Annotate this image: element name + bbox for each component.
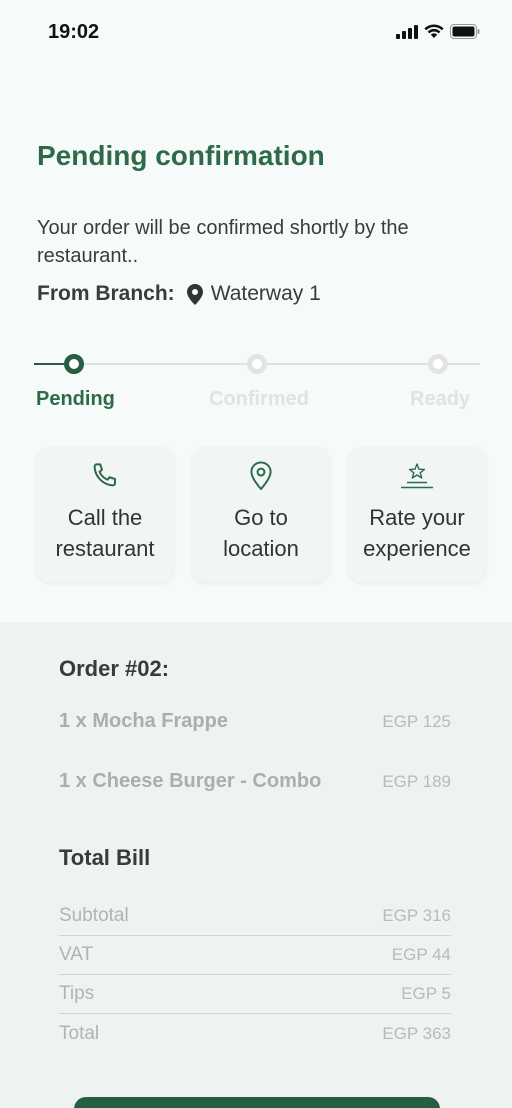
item-price: EGP 125 [382,712,451,731]
star-rating-icon [401,463,433,489]
bill-value: EGP 44 [391,945,451,964]
bill-row-total: Total EGP 363 [59,1014,451,1053]
card-label-line1: Go to [234,505,288,530]
branch-row: From Branch: Waterway 1 [37,282,321,306]
total-bill-title: Total Bill [59,845,151,870]
bill-row-subtotal: Subtotal EGP 316 [59,897,451,936]
call-restaurant-button[interactable]: Call the restaurant [36,446,174,582]
wifi-icon [424,24,444,38]
bill-value: EGP 363 [382,1023,451,1043]
step-label-ready: Ready [410,388,471,410]
step-dot-pending [64,354,84,374]
bill-value: EGP 316 [382,906,451,925]
status-icons [396,24,480,39]
item-price: EGP 189 [382,772,451,791]
bill-label: Subtotal [59,905,129,926]
page-title: Pending confirmation [37,140,325,171]
step-dot-ready [428,354,448,374]
status-bar: 19:02 [0,0,512,64]
order-status-message: Your order will be confirmed shortly by … [37,217,409,267]
bill-row-vat: VAT EGP 44 [59,936,451,975]
bill-label: VAT [59,944,94,965]
go-to-location-button[interactable]: Go to location [192,446,330,582]
branch-label: From Branch: [37,282,175,305]
progress-line [84,363,247,365]
location-pin-icon [250,461,272,491]
order-progress-tracker [34,352,480,376]
bottom-primary-button[interactable] [74,1097,440,1108]
progress-line-done [34,363,64,365]
card-label-line1: Rate your [369,505,465,530]
signal-icon [396,24,418,39]
rate-experience-button[interactable]: Rate your experience [348,446,486,582]
item-name: 1 x Mocha Frappe [59,710,228,732]
item-name: 1 x Cheese Burger - Combo [59,770,322,792]
branch-name: Waterway 1 [210,282,321,305]
order-item-row: 1 x Cheese Burger - Combo EGP 189 [59,770,451,793]
bill-row-tips: Tips EGP 5 [59,975,451,1014]
card-label-line1: Call the [67,505,143,530]
order-number-title: Order #02: [59,656,170,681]
card-label-line2: restaurant [55,536,155,561]
card-label-line2: location [223,536,299,561]
bill-label: Tips [59,983,95,1004]
order-item-row: 1 x Mocha Frappe EGP 125 [59,710,451,733]
battery-icon [450,24,480,39]
progress-line [267,363,428,365]
map-marker-icon [186,283,203,305]
bill-value: EGP 5 [401,984,451,1003]
progress-line [448,363,480,365]
step-label-pending: Pending [36,388,115,410]
step-label-confirmed: Confirmed [209,388,309,410]
bill-label: Total [59,1022,100,1044]
card-label-line2: experience [363,536,471,561]
step-dot-confirmed [247,354,267,374]
phone-icon [93,463,116,487]
status-time: 19:02 [48,21,100,43]
